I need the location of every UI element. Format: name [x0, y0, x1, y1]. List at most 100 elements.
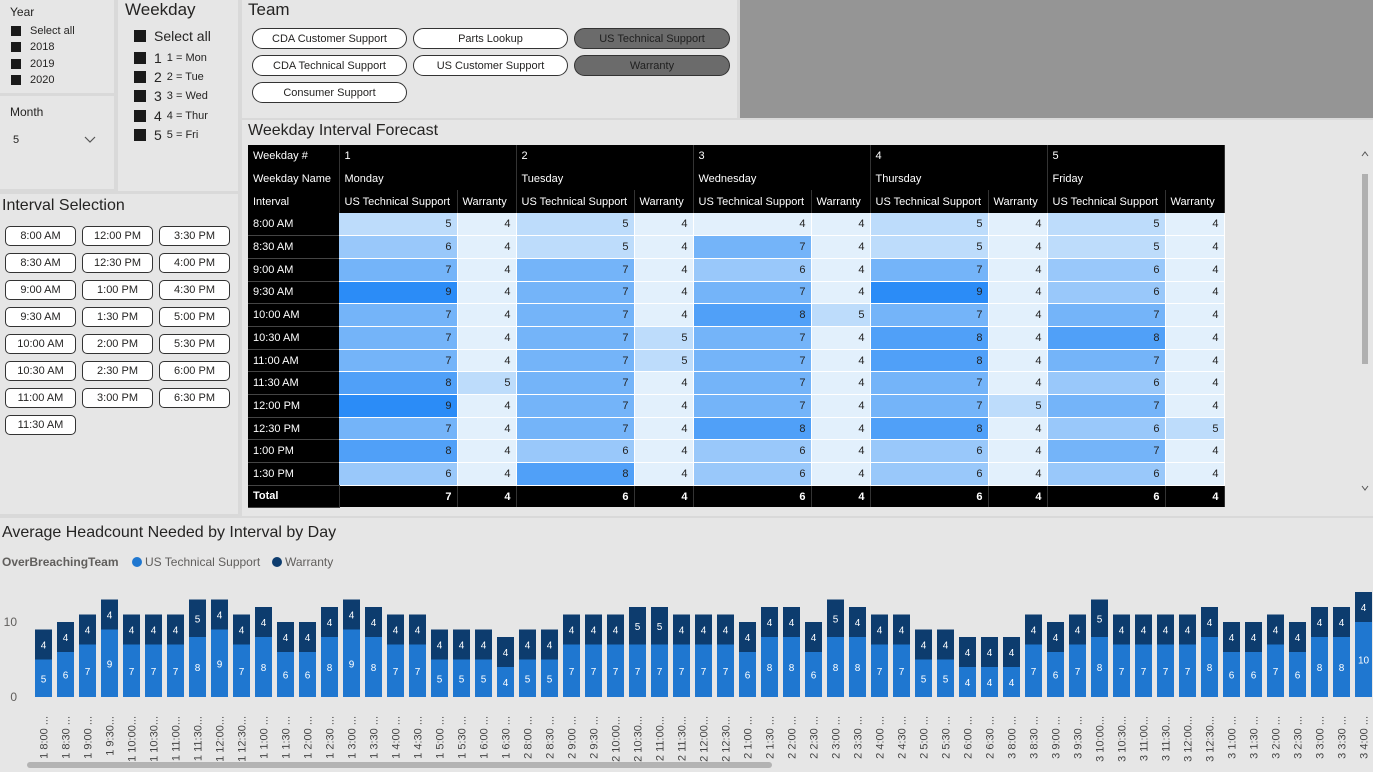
- interval-label: 8:30 AM: [248, 235, 339, 259]
- interval-pill[interactable]: 12:00 PM: [82, 226, 153, 246]
- checkbox[interactable]: [11, 75, 21, 85]
- weekday-name-header[interactable]: Friday: [1047, 167, 1225, 191]
- team-col-header[interactable]: US Technical Support: [516, 190, 635, 214]
- table-cell: 4: [457, 213, 517, 237]
- team-col-header[interactable]: US Technical Support: [870, 190, 989, 214]
- data-label: 8: [767, 663, 773, 674]
- checkbox[interactable]: [134, 52, 146, 64]
- interval-pill[interactable]: 3:00 PM: [82, 388, 153, 408]
- team-col-header[interactable]: US Technical Support: [1047, 190, 1166, 214]
- year-item-2020[interactable]: 2020: [11, 74, 54, 86]
- team-col-header[interactable]: US Technical Support: [339, 190, 458, 214]
- weekday-item-thu[interactable]: 4 4 = Thur: [134, 108, 208, 124]
- weekday-item-mon[interactable]: 1 1 = Mon: [134, 50, 207, 66]
- checkbox[interactable]: [134, 90, 146, 102]
- weekday-num-header[interactable]: 2: [516, 145, 694, 168]
- team-col-header[interactable]: Warranty: [457, 190, 517, 214]
- year-item-label: 2019: [30, 58, 55, 70]
- data-label: 7: [1273, 667, 1279, 678]
- scrollbar[interactable]: [1360, 148, 1370, 494]
- interval-pill[interactable]: 3:30 PM: [159, 226, 230, 246]
- team-col-header[interactable]: Warranty: [988, 190, 1048, 214]
- interval-pill[interactable]: 5:00 PM: [159, 307, 230, 327]
- table-row: 12:00 PM 9 4 7 4 7 4 7 5 7 4: [248, 394, 1225, 418]
- year-item-select-all[interactable]: Select all: [11, 25, 75, 37]
- month-dropdown[interactable]: 5: [10, 130, 100, 150]
- team-col-header[interactable]: US Technical Support: [693, 190, 812, 214]
- table-cell: 5: [988, 394, 1048, 418]
- table-cell: 4: [811, 235, 871, 259]
- team-pill-cda-customer-support[interactable]: CDA Customer Support: [252, 28, 407, 49]
- checkbox[interactable]: [134, 71, 146, 83]
- checkbox[interactable]: [134, 110, 146, 122]
- interval-pill[interactable]: 2:00 PM: [82, 334, 153, 354]
- interval-pill[interactable]: 6:00 PM: [159, 361, 230, 381]
- team-pill-cda-technical-support[interactable]: CDA Technical Support: [252, 55, 407, 76]
- interval-pill[interactable]: 5:30 PM: [159, 334, 230, 354]
- year-item-2019[interactable]: 2019: [11, 58, 54, 70]
- weekday-name-header[interactable]: Thursday: [870, 167, 1048, 191]
- interval-pill[interactable]: 4:30 PM: [159, 280, 230, 300]
- data-label: 8: [855, 663, 861, 674]
- data-label: 4: [943, 641, 949, 652]
- weekday-num: 1: [154, 50, 162, 66]
- interval-pill[interactable]: 12:30 PM: [82, 253, 153, 273]
- interval-pill[interactable]: 10:00 AM: [5, 334, 76, 354]
- checkbox[interactable]: [11, 59, 21, 69]
- weekday-item-wed[interactable]: 3 3 = Wed: [134, 88, 208, 104]
- weekday-name-header[interactable]: Tuesday: [516, 167, 694, 191]
- interval-pill[interactable]: 9:00 AM: [5, 280, 76, 300]
- team-slicer-title: Team: [248, 0, 290, 19]
- weekday-num-header[interactable]: 3: [693, 145, 871, 168]
- interval-pill[interactable]: 6:30 PM: [159, 388, 230, 408]
- team-pill-us-technical-support[interactable]: US Technical Support: [574, 28, 730, 49]
- table-cell: 4: [634, 417, 694, 441]
- table-cell: 4: [1165, 235, 1225, 259]
- table-cell: 6: [870, 439, 989, 464]
- weekday-label: 4 = Thur: [166, 110, 208, 122]
- checkbox[interactable]: [11, 42, 21, 52]
- weekday-num-header[interactable]: 5: [1047, 145, 1225, 168]
- team-pill-parts-lookup[interactable]: Parts Lookup: [413, 28, 568, 49]
- team-col-header[interactable]: Warranty: [1165, 190, 1225, 214]
- team-pill-us-customer-support[interactable]: US Customer Support: [413, 55, 568, 76]
- table-scrollbar[interactable]: [1360, 148, 1370, 494]
- interval-pill[interactable]: 8:00 AM: [5, 226, 76, 246]
- interval-pill[interactable]: 1:00 PM: [82, 280, 153, 300]
- table-cell: 4: [457, 394, 517, 418]
- weekday-num-header[interactable]: 4: [870, 145, 1048, 168]
- team-col-header[interactable]: Warranty: [634, 190, 694, 214]
- table-cell: 5: [1047, 213, 1166, 237]
- interval-pill[interactable]: 11:00 AM: [5, 388, 76, 408]
- table-cell: 8: [339, 371, 458, 396]
- interval-pill[interactable]: 9:30 AM: [5, 307, 76, 327]
- team-col-header[interactable]: Warranty: [811, 190, 871, 214]
- data-label: 4: [679, 626, 685, 637]
- year-item-2018[interactable]: 2018: [11, 41, 54, 53]
- data-label: 7: [1075, 667, 1081, 678]
- weekday-name-header[interactable]: Monday: [339, 167, 517, 191]
- checkbox[interactable]: [134, 129, 146, 141]
- data-label: 5: [525, 674, 531, 685]
- interval-pill[interactable]: 10:30 AM: [5, 361, 76, 381]
- checkbox[interactable]: [11, 26, 21, 36]
- weekday-num-header[interactable]: 1: [339, 145, 517, 168]
- table-cell: 7: [339, 349, 458, 373]
- month-slicer: Month 5: [0, 96, 114, 189]
- interval-pill[interactable]: 1:30 PM: [82, 307, 153, 327]
- table-cell: 8: [693, 303, 812, 327]
- data-label: 7: [151, 667, 157, 678]
- weekday-name-header[interactable]: Wednesday: [693, 167, 871, 191]
- interval-pill[interactable]: 8:30 AM: [5, 253, 76, 273]
- interval-pill[interactable]: 11:30 AM: [5, 415, 76, 435]
- team-pill-warranty[interactable]: Warranty: [574, 55, 730, 76]
- weekday-item-tue[interactable]: 2 2 = Tue: [134, 69, 204, 85]
- team-pill-consumer-support[interactable]: Consumer Support: [252, 82, 407, 103]
- checkbox[interactable]: [134, 30, 146, 42]
- total-cell: 6: [870, 485, 989, 508]
- interval-pill[interactable]: 2:30 PM: [82, 361, 153, 381]
- weekday-item-select-all[interactable]: Select all: [134, 28, 211, 44]
- table-cell: 4: [457, 462, 517, 486]
- weekday-item-fri[interactable]: 5 5 = Fri: [134, 127, 198, 143]
- interval-pill[interactable]: 4:00 PM: [159, 253, 230, 273]
